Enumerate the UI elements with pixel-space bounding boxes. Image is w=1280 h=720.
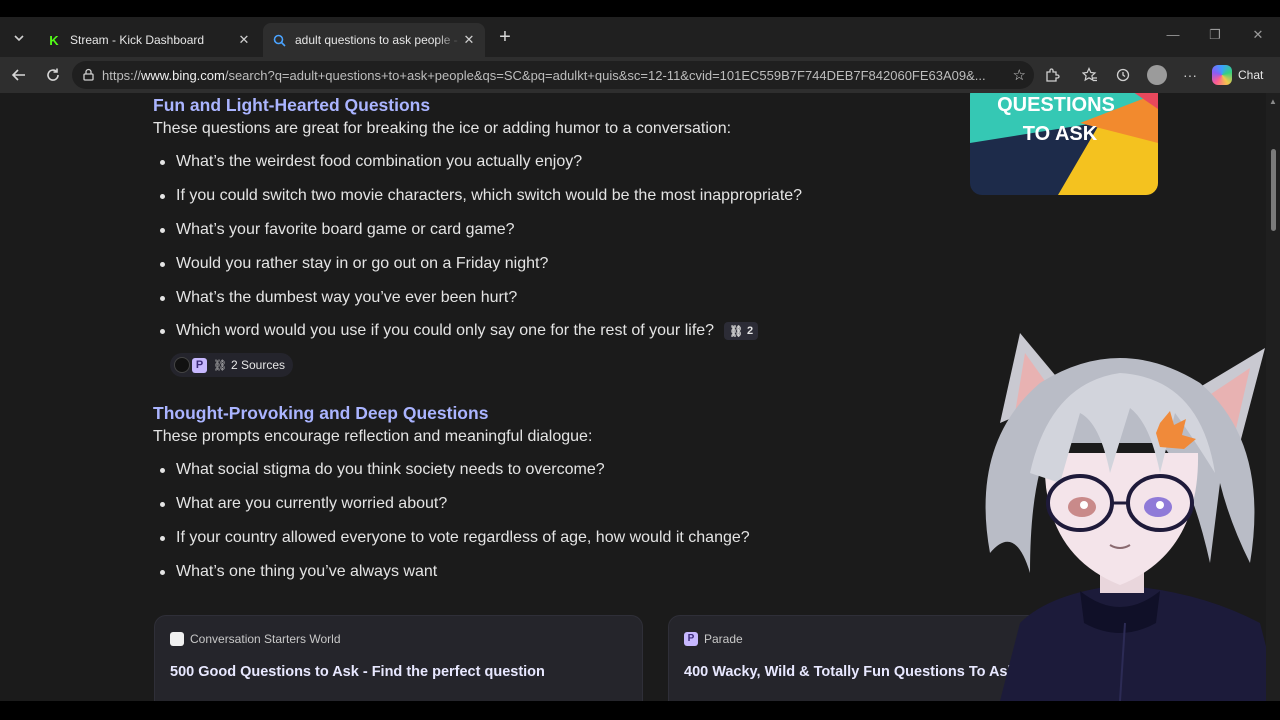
browser-window: K Stream - Kick Dashboard ✕ adult questi…	[0, 17, 1280, 701]
source-favicon-icon	[174, 357, 190, 373]
kick-icon: K	[49, 32, 59, 48]
minimize-icon[interactable]: —	[1160, 27, 1186, 49]
list-item: What’s the weirdest food combination you…	[160, 153, 582, 171]
parade-favicon-icon: P	[192, 357, 207, 373]
chat-label: Chat	[1238, 68, 1264, 82]
link-icon: ⛓	[213, 359, 227, 372]
citation-badge[interactable]: ⛓ 2	[724, 322, 759, 340]
list-item: What’s your favorite board game or card …	[160, 221, 515, 239]
site-favicon-icon	[170, 632, 184, 646]
close-window-icon[interactable]: ✕	[1245, 27, 1271, 49]
list-item: If your country allowed everyone to vote…	[160, 529, 750, 547]
source-site: P Parade	[684, 632, 743, 646]
back-icon[interactable]	[6, 63, 32, 87]
source-card-title[interactable]: 500 Good Questions to Ask - Find the per…	[170, 660, 600, 684]
copilot-icon	[1212, 65, 1232, 85]
site-info-icon[interactable]	[82, 68, 96, 82]
favorites-icon[interactable]	[1078, 63, 1102, 87]
refresh-icon[interactable]	[40, 63, 66, 87]
parade-favicon-icon: P	[684, 632, 698, 646]
tab-kick-dashboard[interactable]: K Stream - Kick Dashboard ✕	[38, 23, 260, 57]
copilot-chat-button[interactable]: Chat	[1212, 63, 1263, 87]
tab-actions-menu-button[interactable]	[6, 25, 32, 51]
history-icon[interactable]	[1111, 63, 1135, 87]
browser-toolbar: https://www.bing.com/search?q=adult+ques…	[0, 57, 1280, 93]
tab-title: Stream - Kick Dashboard	[70, 33, 205, 47]
section-intro: These questions are great for breaking t…	[153, 120, 732, 137]
search-icon	[271, 32, 287, 48]
bottom-bar	[0, 701, 1280, 720]
sources-label: 2 Sources	[230, 358, 285, 372]
image-text-line1: QUESTIONS	[997, 94, 1115, 116]
section-heading: Fun and Light-Hearted Questions	[153, 95, 431, 115]
tab-bing-search[interactable]: adult questions to ask people - Search ✕	[263, 23, 485, 57]
new-tab-button[interactable]: +	[494, 27, 516, 49]
close-icon[interactable]: ✕	[461, 32, 477, 48]
page-scrollbar[interactable]: ▲	[1266, 93, 1280, 701]
restore-icon[interactable]: ❐	[1202, 27, 1228, 49]
tab-strip: K Stream - Kick Dashboard ✕ adult questi…	[0, 17, 1280, 57]
chevron-down-icon	[14, 35, 24, 42]
section-heading: Thought-Provoking and Deep Questions	[153, 403, 489, 423]
list-item: If you could switch two movie characters…	[160, 187, 802, 205]
vtuber-avatar-overlay	[985, 333, 1280, 701]
scroll-up-icon[interactable]: ▲	[1269, 97, 1277, 106]
favorite-star-icon[interactable]: ☆	[1013, 66, 1026, 84]
tab-title: adult questions to ask people - Search	[295, 33, 461, 47]
list-item: Which word would you use if you could on…	[160, 322, 759, 340]
more-options-icon[interactable]: ···	[1178, 63, 1202, 87]
address-bar[interactable]: https://www.bing.com/search?q=adult+ques…	[72, 61, 1034, 89]
list-item: Would you rather stay in or go out on a …	[160, 255, 548, 273]
questions-to-ask-image[interactable]: QUESTIONS TO ASK	[970, 93, 1158, 195]
list-item: What social stigma do you think society …	[160, 461, 605, 479]
list-item: What’s the dumbest way you’ve ever been …	[160, 289, 517, 307]
scrollbar-thumb[interactable]	[1271, 149, 1276, 231]
close-icon[interactable]: ✕	[236, 32, 252, 48]
list-item: What are you currently worried about?	[160, 495, 447, 513]
url-text: https://www.bing.com/search?q=adult+ques…	[102, 67, 986, 83]
page-content: QUESTIONS TO ASK Fun and Light-Hearted Q…	[0, 93, 1280, 701]
link-icon: ⛓	[729, 325, 744, 338]
section-intro: These prompts encourage reflection and m…	[153, 428, 593, 445]
image-text-line2: TO ASK	[1023, 123, 1098, 145]
sources-button[interactable]: P ⛓ 2 Sources	[170, 353, 293, 377]
source-site: Conversation Starters World	[170, 632, 341, 646]
profile-avatar-icon[interactable]	[1147, 65, 1167, 85]
source-card[interactable]: Conversation Starters World 500 Good Que…	[154, 615, 643, 701]
extensions-icon[interactable]	[1040, 63, 1064, 87]
list-item: What’s one thing you’ve always want	[160, 563, 437, 581]
